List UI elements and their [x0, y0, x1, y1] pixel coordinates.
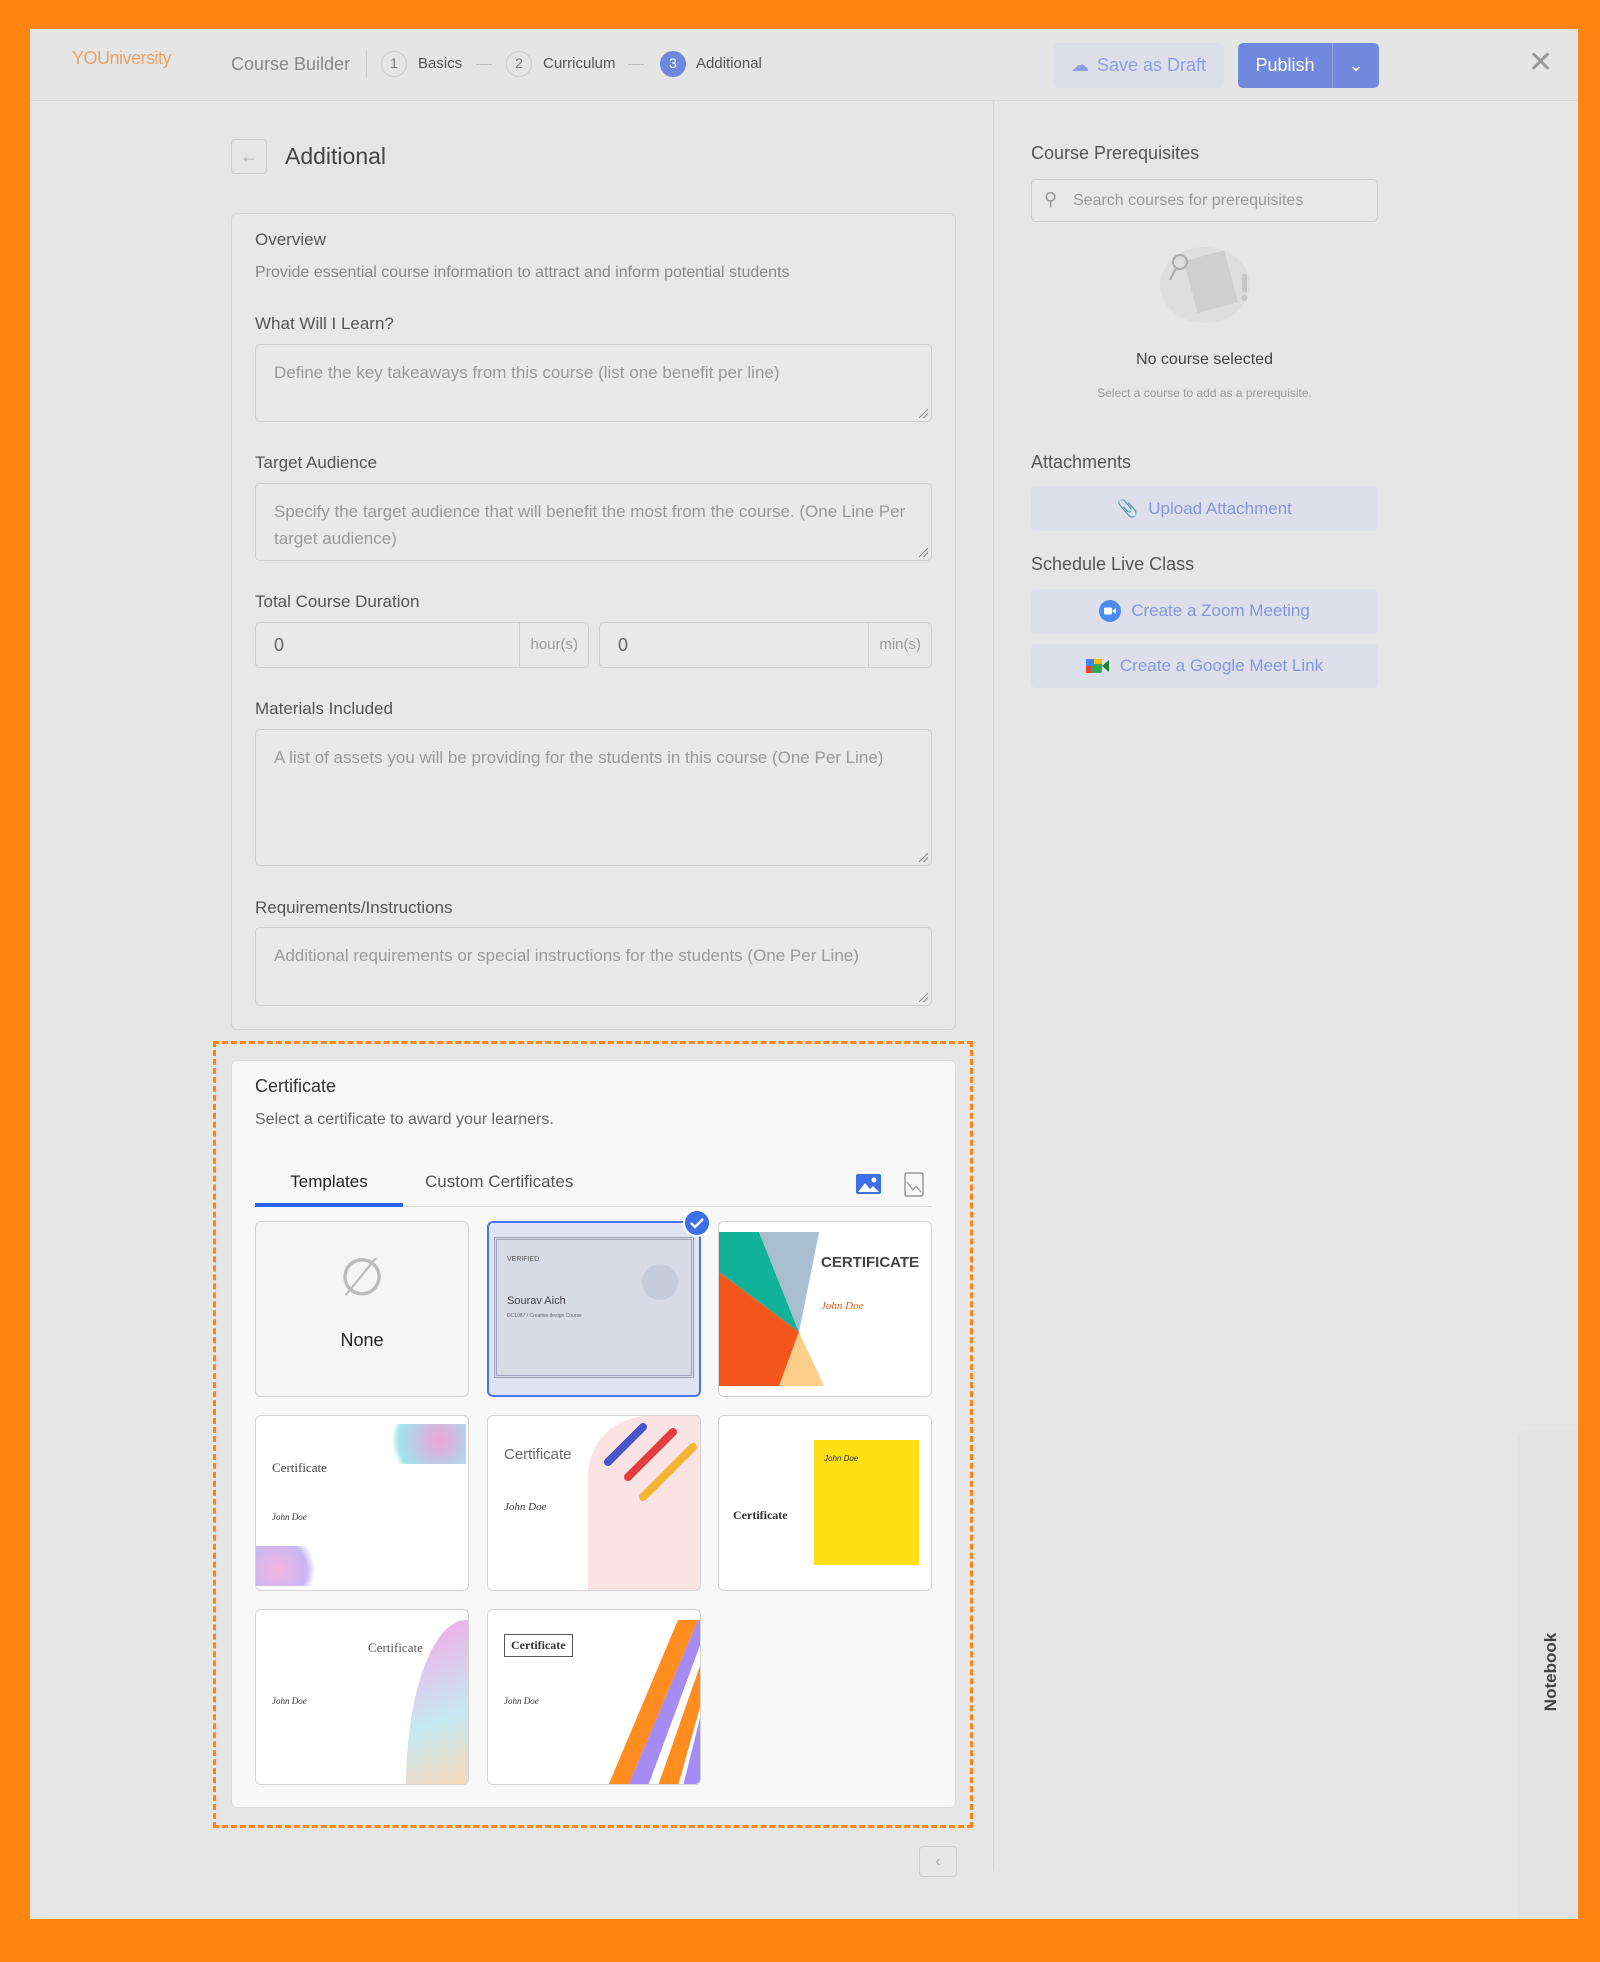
collapse-chevron-left-icon[interactable]: ‹ — [919, 1846, 957, 1877]
learn-textarea[interactable]: Define the key takeaways from this cours… — [255, 344, 932, 422]
step-2-label[interactable]: Curriculum — [543, 55, 616, 72]
live-class-title: Schedule Live Class — [1031, 554, 1195, 574]
template-verified[interactable]: VERIFIED Sourav Aich DC1087 / Creative d… — [487, 1221, 701, 1397]
app-title: Course Builder — [231, 54, 351, 74]
cloud-upload-icon: ☁ — [1070, 55, 1089, 75]
audience-label: Target Audience — [255, 453, 377, 472]
zoom-meeting-button[interactable]: Create a Zoom Meeting — [1031, 589, 1378, 633]
step-2-number[interactable]: 2 — [506, 51, 532, 77]
google-meet-icon — [1085, 659, 1109, 673]
panel-divider — [993, 101, 994, 1871]
audience-textarea[interactable]: Specify the target audience that will be… — [255, 483, 932, 561]
template-name: John Doe — [821, 1300, 864, 1312]
none-label: None — [340, 1330, 384, 1350]
template-course: DC1087 / Creative design Course — [507, 1313, 582, 1319]
template-stripes[interactable]: Certificate John Doe — [487, 1415, 701, 1591]
empty-set-icon: ∅ — [339, 1249, 385, 1307]
attachments-title: Attachments — [1031, 452, 1132, 472]
step-connector — [476, 64, 492, 65]
template-name: John Doe — [504, 1696, 539, 1706]
portrait-image-icon[interactable] — [904, 1172, 924, 1197]
upload-label: Upload Attachment — [1148, 499, 1292, 518]
template-floral[interactable]: Certificate John Doe — [255, 1415, 469, 1591]
seal-icon — [642, 1264, 678, 1300]
logo[interactable]: YOUniversity — [72, 48, 172, 69]
search-placeholder: Search courses for prerequisites — [1073, 192, 1304, 209]
google-meet-button[interactable]: Create a Google Meet Link — [1031, 644, 1378, 688]
template-name: John Doe — [272, 1696, 307, 1706]
save-draft-button[interactable]: ☁ Save as Draft — [1053, 43, 1224, 88]
notebook-label: Notebook — [1541, 1632, 1560, 1712]
step-connector — [628, 64, 644, 65]
duration-label: Total Course Duration — [255, 592, 420, 611]
certificate-title: Certificate — [255, 1076, 337, 1096]
hours-unit: hour(s) — [519, 623, 588, 667]
empty-subtitle: Select a course to add as a prerequisite… — [1097, 386, 1312, 400]
template-heading: Certificate — [504, 1634, 573, 1657]
template-heading: Certificate — [733, 1508, 788, 1522]
template-heading: VERIFIED — [507, 1256, 540, 1263]
search-icon: ⚲ — [1044, 189, 1058, 209]
publish-button[interactable]: Publish — [1238, 43, 1332, 88]
divider — [366, 50, 367, 78]
template-name: John Doe — [272, 1512, 307, 1522]
overview-title: Overview — [255, 230, 326, 249]
overview-description: Provide essential course information to … — [255, 264, 790, 281]
hours-input[interactable]: 0 hour(s) — [255, 622, 589, 668]
minutes-input[interactable]: 0 min(s) — [599, 622, 932, 668]
prerequisites-search-input[interactable]: ⚲ Search courses for prerequisites — [1031, 179, 1378, 222]
selected-check-icon — [683, 1209, 711, 1237]
back-button[interactable]: ← — [231, 139, 267, 174]
tab-templates[interactable]: Templates — [255, 1172, 403, 1192]
upload-attachment-button[interactable]: 📎 Upload Attachment — [1031, 487, 1378, 531]
close-icon[interactable]: ✕ — [1528, 48, 1553, 78]
empty-state-illustration-icon — [1160, 247, 1250, 323]
template-geometric[interactable]: CERTIFICATE John Doe — [718, 1221, 932, 1397]
template-heading: CERTIFICATE — [821, 1254, 920, 1271]
minutes-unit: min(s) — [868, 623, 931, 667]
prerequisites-title: Course Prerequisites — [1031, 143, 1200, 163]
meet-label: Create a Google Meet Link — [1119, 656, 1324, 675]
template-name: John Doe — [824, 1454, 859, 1463]
paperclip-icon: 📎 — [1117, 499, 1139, 518]
template-heading: Certificate — [368, 1640, 423, 1655]
step-3-label[interactable]: Additional — [696, 55, 762, 72]
step-1-label[interactable]: Basics — [418, 55, 462, 72]
template-name: Sourav Aich — [507, 1295, 566, 1307]
step-3-number[interactable]: 3 — [660, 51, 686, 77]
requirements-textarea[interactable]: Additional requirements or special instr… — [255, 927, 932, 1006]
publish-button-group: Publish ⌄ — [1238, 43, 1379, 88]
learn-label: What Will I Learn? — [255, 314, 394, 333]
hours-value: 0 — [274, 635, 285, 655]
materials-textarea[interactable]: A list of assets you will be providing f… — [255, 729, 932, 866]
page-title: Additional — [285, 143, 387, 169]
template-wave[interactable]: Certificate John Doe — [255, 1609, 469, 1785]
save-draft-label: Save as Draft — [1096, 55, 1207, 75]
step-1-number[interactable]: 1 — [381, 51, 407, 77]
minutes-value: 0 — [618, 635, 629, 655]
empty-title: No course selected — [1136, 351, 1273, 368]
tab-custom-certificates[interactable]: Custom Certificates — [425, 1172, 573, 1192]
zoom-icon — [1099, 600, 1122, 622]
template-none[interactable]: ∅ None — [255, 1221, 469, 1397]
notebook-panel-tab[interactable]: Notebook — [1517, 1430, 1578, 1919]
chevron-down-icon[interactable]: ⌄ — [1332, 43, 1379, 88]
template-name: John Doe — [504, 1501, 547, 1513]
template-yellow[interactable]: Certificate John Doe — [718, 1415, 932, 1591]
template-heading: Certificate — [504, 1446, 572, 1463]
materials-label: Materials Included — [255, 699, 393, 718]
certificate-description: Select a certificate to award your learn… — [255, 1111, 554, 1128]
template-diagonal[interactable]: Certificate John Doe — [487, 1609, 701, 1785]
zoom-label: Create a Zoom Meeting — [1131, 601, 1310, 620]
template-heading: Certificate — [272, 1460, 327, 1475]
landscape-image-icon[interactable] — [856, 1174, 881, 1194]
active-tab-indicator — [255, 1203, 403, 1207]
requirements-label: Requirements/Instructions — [255, 898, 453, 917]
